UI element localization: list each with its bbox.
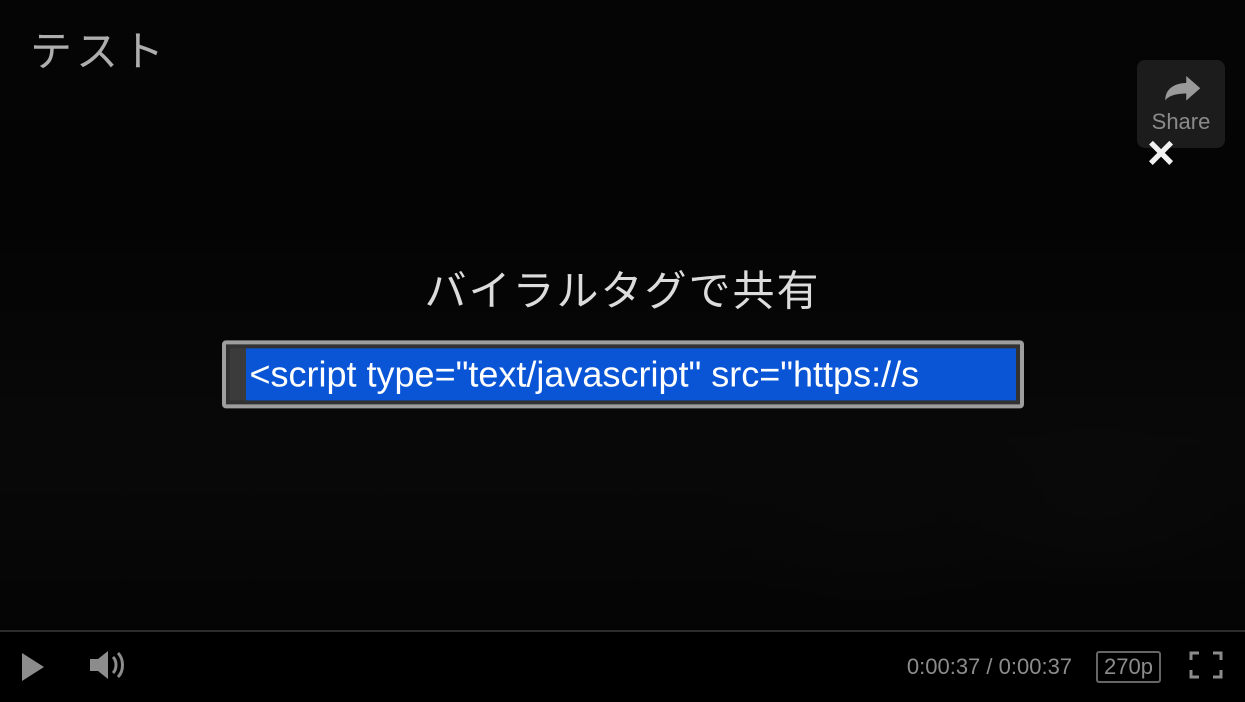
share-panel-heading: バイラルタグで共有: [213, 257, 1033, 318]
video-title: テスト: [30, 18, 168, 79]
share-icon: [1160, 74, 1202, 111]
video-player: テスト Share × バイラルタグで共有 0:00:37 / 0:00:3: [0, 0, 1245, 702]
duration: 0:00:37: [999, 654, 1072, 679]
fullscreen-button[interactable]: [1189, 651, 1223, 684]
fullscreen-icon: [1189, 666, 1223, 683]
quality-label: 270p: [1104, 654, 1153, 679]
close-button[interactable]: ×: [1147, 130, 1175, 178]
embed-box-gutter: [230, 348, 246, 400]
volume-button[interactable]: [88, 648, 128, 687]
close-icon: ×: [1147, 127, 1175, 180]
volume-icon: [88, 648, 128, 687]
play-button[interactable]: [22, 653, 44, 681]
play-icon: [22, 653, 44, 681]
time-display: 0:00:37 / 0:00:37: [907, 654, 1072, 680]
time-separator: /: [980, 654, 998, 679]
player-controls: 0:00:37 / 0:00:37 270p: [0, 630, 1245, 702]
share-panel: バイラルタグで共有: [213, 257, 1033, 408]
current-time: 0:00:37: [907, 654, 980, 679]
embed-code-input[interactable]: [246, 348, 1016, 400]
quality-selector[interactable]: 270p: [1096, 651, 1161, 683]
embed-code-box: [222, 340, 1024, 408]
